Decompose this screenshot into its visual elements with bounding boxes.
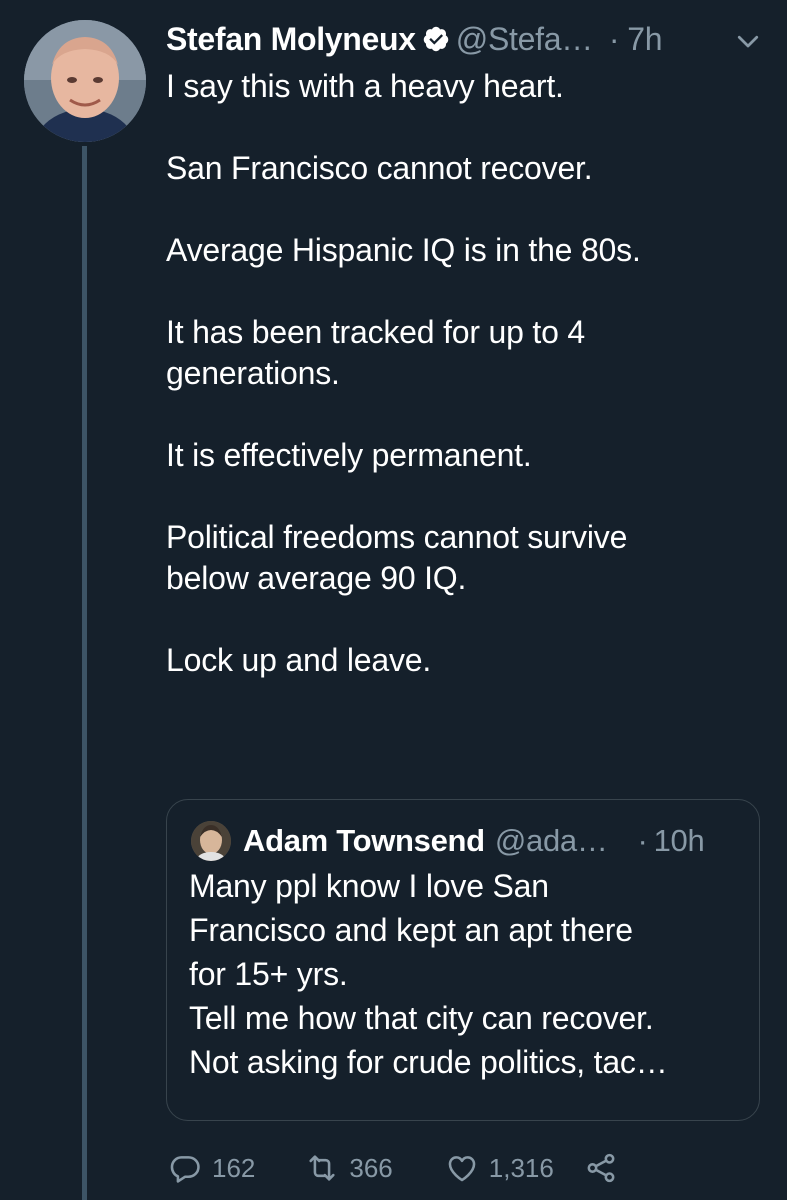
share-icon — [587, 1153, 615, 1183]
like-count: 1,316 — [488, 1152, 554, 1183]
quoted-tweet-timestamp: 10h — [653, 823, 705, 858]
tweet-header: Stefan Molyneux @Stefa… · 7h — [166, 16, 663, 62]
tweet-timestamp[interactable]: 7h — [627, 21, 662, 58]
quoted-line: Many ppl know I love San — [189, 868, 549, 904]
reply-count: 162 — [212, 1152, 256, 1183]
tweet-line — [166, 394, 756, 435]
reply-icon — [170, 1156, 200, 1183]
tweet-line — [166, 107, 756, 148]
tweet-line — [166, 271, 756, 312]
quoted-tweet-header: Adam Townsend @ada… · 10h — [191, 820, 705, 862]
tweet-line — [166, 599, 756, 640]
quoted-author-avatar — [191, 821, 231, 861]
retweet-button[interactable]: 366 — [305, 1151, 393, 1185]
separator-dot: · — [637, 823, 648, 858]
tweet-line: It is effectively permanent. — [166, 437, 532, 473]
separator-dot: · — [608, 20, 620, 57]
tweet-line — [166, 476, 756, 517]
heart-icon — [448, 1156, 476, 1182]
tweet-line: Lock up and leave. — [166, 642, 432, 678]
retweet-icon — [309, 1155, 335, 1181]
quoted-line: for 15+ yrs. — [189, 956, 348, 992]
tweet-line: Average Hispanic IQ is in the 80s. — [166, 232, 641, 268]
tweet-text: I say this with a heavy heart. San Franc… — [166, 66, 756, 681]
author-avatar[interactable] — [24, 20, 146, 142]
quoted-tweet-text: Many ppl know I love San Francisco and k… — [189, 864, 749, 1084]
tweet-action-bar: 162 366 1,316 — [168, 1150, 618, 1186]
quoted-line: Not asking for crude politics, tac… — [189, 1044, 668, 1080]
quoted-author-handle: @ada… — [494, 823, 608, 858]
retweet-count: 366 — [349, 1152, 393, 1183]
tweet-line: I say this with a heavy heart. — [166, 68, 564, 104]
share-button[interactable] — [584, 1151, 618, 1185]
quoted-line: Tell me how that city can recover. — [189, 1000, 654, 1036]
tweet-line: Political freedoms cannot survive — [166, 519, 628, 555]
tweet-line: It has been tracked for up to 4 — [166, 314, 585, 350]
tweet-line: generations. — [166, 355, 340, 391]
thread-line — [82, 146, 87, 1200]
quoted-line: Francisco and kept an apt there — [189, 912, 633, 948]
like-button[interactable]: 1,316 — [445, 1151, 554, 1185]
reply-button[interactable]: 162 — [168, 1151, 255, 1185]
verified-badge-icon — [423, 26, 449, 52]
author-handle[interactable]: @Stefa… — [456, 21, 593, 58]
tweet-line — [166, 189, 756, 230]
chevron-down-icon[interactable] — [733, 26, 763, 56]
quoted-author-name: Adam Townsend — [243, 823, 485, 858]
author-name[interactable]: Stefan Molyneux — [166, 21, 416, 58]
tweet-line: below average 90 IQ. — [166, 560, 467, 596]
quoted-tweet-card[interactable]: Adam Townsend @ada… · 10h Many ppl know … — [166, 799, 760, 1121]
tweet-line: San Francisco cannot recover. — [166, 150, 593, 186]
